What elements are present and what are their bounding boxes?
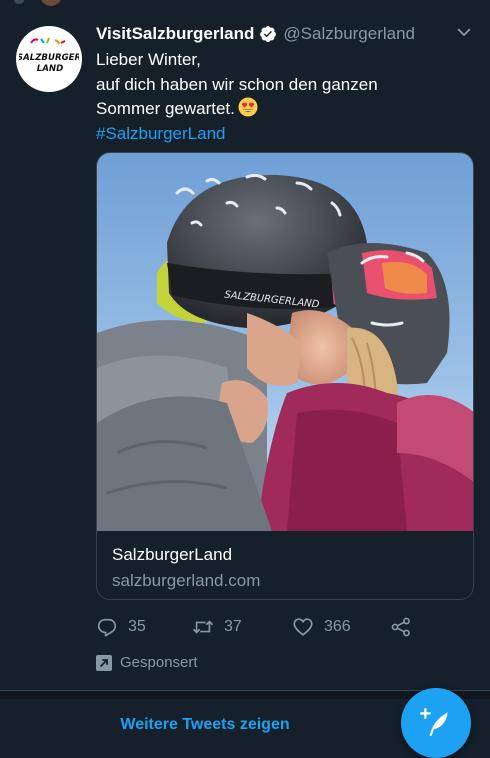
reply-button[interactable]: 35 (96, 616, 146, 638)
chevron-down-icon[interactable] (456, 26, 472, 38)
hashtag-link[interactable]: #SalzburgerLand (96, 122, 466, 147)
like-button[interactable]: 366 (292, 616, 351, 638)
salzburgerland-logo: SALZBURGER LAND (19, 37, 79, 74)
promoted-icon (96, 654, 112, 671)
tweet-text-line: Sommer gewartet. (96, 99, 235, 118)
avatar[interactable]: SALZBURGER LAND (16, 26, 82, 92)
retweet-icon (192, 620, 214, 634)
retweet-count: 37 (224, 618, 242, 635)
verified-badge-icon (260, 26, 277, 42)
card-title[interactable]: SalzburgerLand (112, 545, 232, 565)
promoted-label: Gesponsert (96, 654, 198, 671)
previous-tweet-edge (0, 0, 490, 10)
tweet[interactable]: SALZBURGER LAND VisitSalzburgerland @Sal… (0, 14, 490, 690)
tweet-actions: 35 37 366 (96, 616, 426, 640)
reply-icon (97, 618, 117, 637)
promoted-text: Gesponsert (120, 654, 198, 671)
tweet-text: Lieber Winter, auf dich haben wir schon … (96, 48, 466, 146)
display-name[interactable]: VisitSalzburgerland (96, 24, 254, 44)
card-image[interactable]: SALZBURGERLAND (97, 153, 473, 531)
heart-eyes-emoji (238, 97, 258, 117)
reply-count: 35 (128, 618, 146, 635)
tweet-text-line: auf dich haben wir schon den ganzen (96, 74, 378, 94)
compose-tweet-icon (419, 708, 448, 736)
handle[interactable]: @Salzburgerland (283, 24, 415, 44)
link-card[interactable]: SALZBURGERLAND SalzburgerLand salzburger… (96, 152, 474, 600)
compose-tweet-button[interactable] (401, 688, 471, 758)
avatar-logo-line2: LAND (37, 64, 63, 74)
tweet-text-line: Lieber Winter, (96, 50, 201, 69)
card-domain[interactable]: salzburgerland.com (112, 571, 260, 591)
like-count: 366 (324, 618, 351, 635)
like-icon (293, 618, 313, 636)
retweet-button[interactable]: 37 (192, 616, 242, 638)
avatar-logo-line1: SALZBURGER (19, 53, 79, 63)
share-button[interactable] (390, 616, 422, 638)
tweet-header: VisitSalzburgerland @Salzburgerland (96, 22, 415, 46)
share-icon (391, 617, 410, 637)
